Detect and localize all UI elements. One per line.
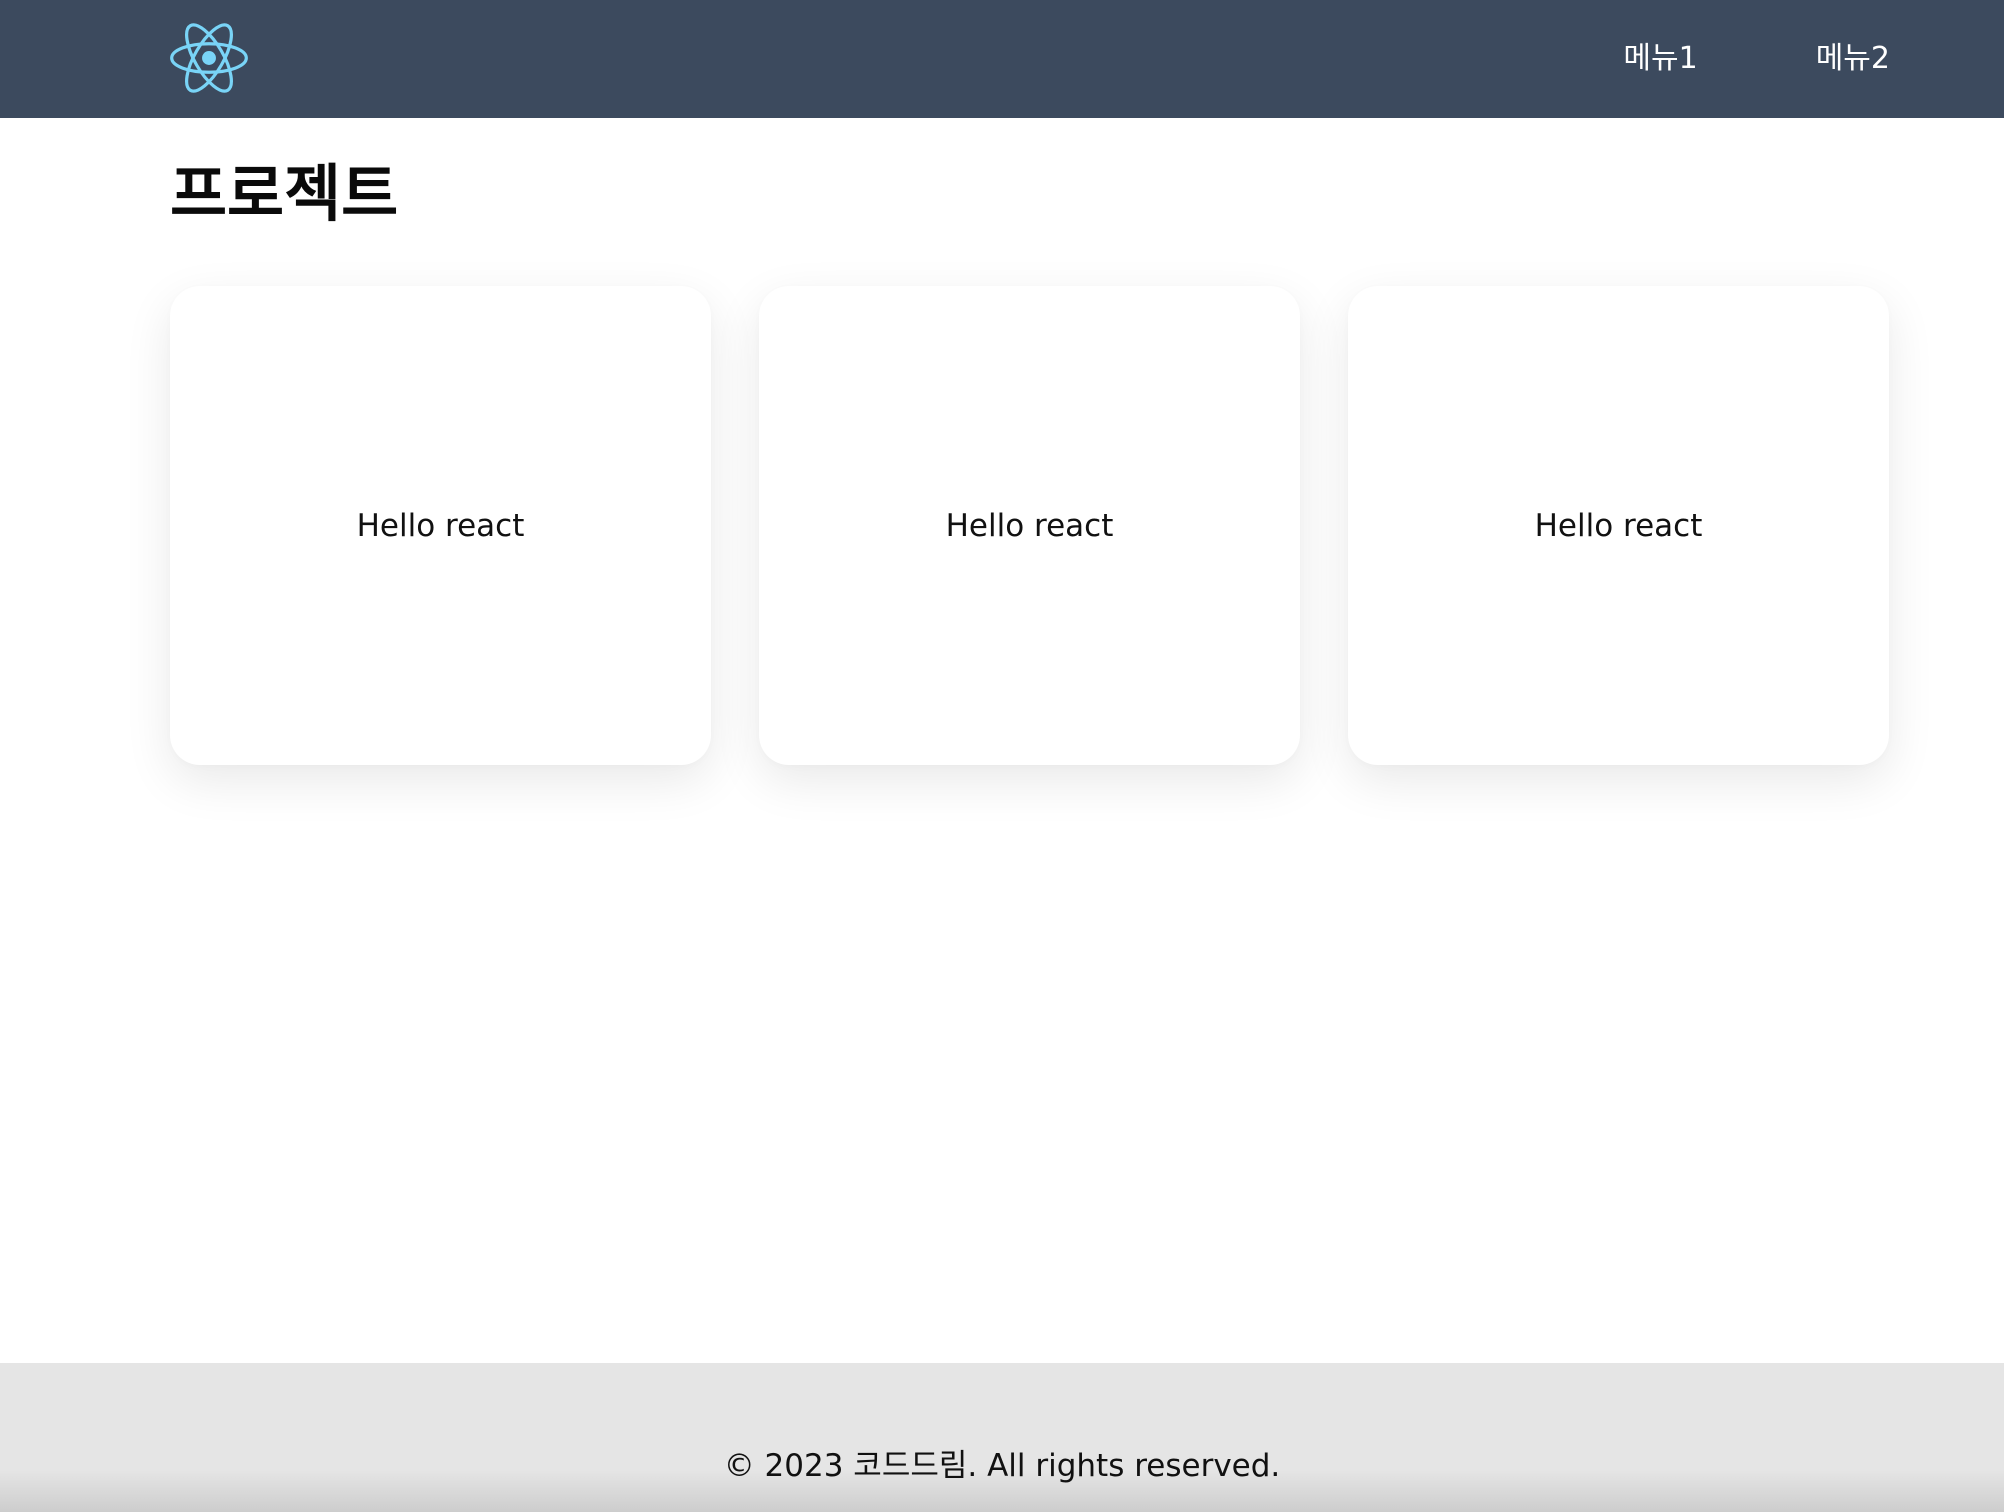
card-text: Hello react — [356, 507, 525, 544]
top-navbar: 메뉴1 메뉴2 — [0, 0, 2004, 118]
page: 메뉴1 메뉴2 프로젝트 Hello react Hello react Hel… — [0, 0, 2004, 1512]
project-card[interactable]: Hello react — [1348, 286, 1889, 765]
nav-item-menu1[interactable]: 메뉴1 — [1623, 44, 1697, 74]
page-title: 프로젝트 — [170, 157, 399, 230]
project-card[interactable]: Hello react — [170, 286, 711, 765]
project-card[interactable]: Hello react — [759, 286, 1300, 765]
card-text: Hello react — [945, 507, 1114, 544]
card-text: Hello react — [1534, 507, 1703, 544]
main-nav: 메뉴1 메뉴2 — [1623, 0, 1890, 118]
react-atom-icon — [170, 23, 248, 93]
logo-link[interactable] — [170, 21, 248, 95]
nav-item-menu2[interactable]: 메뉴2 — [1816, 44, 1890, 74]
copyright-text: © 2023 코드드림. All rights reserved. — [723, 1448, 1281, 1484]
page-footer: © 2023 코드드림. All rights reserved. — [0, 1363, 2004, 1512]
project-card-grid: Hello react Hello react Hello react — [170, 286, 1890, 765]
